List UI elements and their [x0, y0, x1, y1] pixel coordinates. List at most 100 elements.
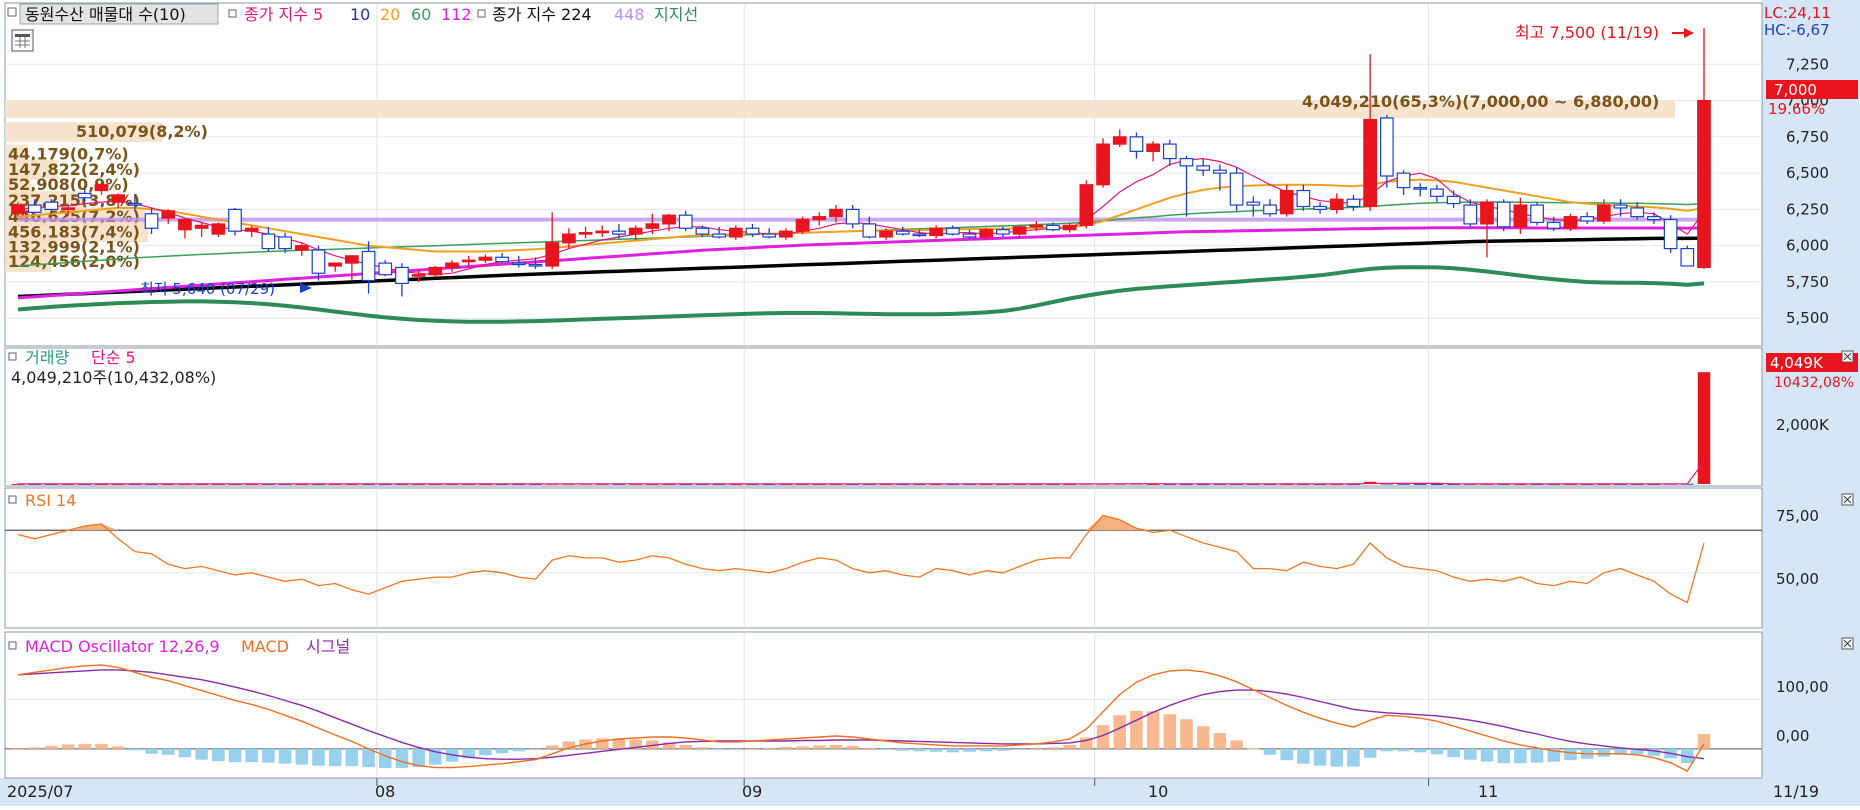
- macd-oscillator-bar: [1447, 748, 1460, 758]
- volume-tick-label: 2,000K: [1776, 416, 1830, 434]
- candle-body: [144, 213, 159, 229]
- candle-body: [728, 227, 743, 238]
- stock-chart-window: 510,079(8,2%) 44,179(0,7%) 147,822(2,4%) 52…: [0, 0, 1860, 806]
- macd-oscillator-bar: [178, 748, 192, 758]
- macd-oscillator-bar: [1430, 748, 1444, 755]
- macd-oscillator-bar: [529, 748, 542, 750]
- legend-ma10-label[interactable]: 10: [350, 5, 370, 24]
- legend-ma224-label[interactable]: 종가 지수 224: [492, 5, 592, 24]
- lc-value: LC:24,11: [1764, 4, 1831, 22]
- macd-oscillator-bar: [929, 748, 943, 752]
- candle-body: [211, 223, 226, 235]
- candle-body: [545, 242, 560, 267]
- macd-oscillator-bar: [161, 748, 175, 755]
- candle-body: [1146, 143, 1160, 152]
- macd-oscillator-bar: [111, 746, 125, 749]
- current-date-label: 11/19: [1773, 782, 1819, 801]
- macd-oscillator-bar: [1130, 710, 1143, 749]
- candle-body: [1647, 216, 1661, 221]
- candle-body: [1162, 143, 1177, 160]
- legend-square-icon: [8, 641, 17, 650]
- candle-body: [261, 233, 276, 250]
- macd-oscillator-bar: [1180, 719, 1193, 749]
- candle-body: [1179, 158, 1194, 167]
- candle-body: [895, 230, 910, 235]
- candle-body: [1480, 201, 1494, 225]
- candle-body: [1680, 247, 1695, 267]
- macd-oscillator-bar: [712, 748, 726, 750]
- candle-body: [1279, 189, 1294, 215]
- x-label-jul: 2025/07: [7, 782, 73, 801]
- legend-ma448-label[interactable]: 448: [614, 5, 645, 24]
- legend-ma5-label[interactable]: 종가 지수 5: [244, 5, 323, 24]
- macd-oscillator-bar: [28, 747, 41, 749]
- candle-body: [1446, 195, 1461, 205]
- macd-osc-legend[interactable]: MACD Oscillator 12,26,9: [25, 637, 220, 656]
- calendar-icon[interactable]: [11, 29, 34, 52]
- legend-square-icon: [8, 352, 17, 361]
- candle-body: [1580, 216, 1595, 222]
- candle-body: [127, 202, 142, 206]
- candle-body: [1296, 189, 1311, 208]
- macd-oscillator-bar: [78, 743, 92, 749]
- macd-oscillator-bar: [1297, 748, 1310, 764]
- candle-body: [1613, 204, 1628, 209]
- candle-body: [1079, 184, 1094, 226]
- macd-tick-100: 100,00: [1776, 678, 1829, 696]
- macd-oscillator-bar: [1247, 748, 1260, 750]
- candle-body: [1363, 118, 1377, 208]
- macd-oscillator-bar: [145, 748, 158, 754]
- macd-legend[interactable]: MACD: [241, 637, 289, 656]
- macd-oscillator-bar: [228, 748, 242, 763]
- legend-ma112-label[interactable]: 112: [441, 5, 472, 24]
- candle-body: [161, 210, 176, 219]
- legend-ma60-label[interactable]: 60: [411, 5, 431, 24]
- close-volume-panel-icon[interactable]: [1841, 350, 1854, 363]
- candle-body: [445, 262, 459, 269]
- candle-body: [395, 266, 409, 285]
- macd-oscillator-bar: [1230, 740, 1243, 749]
- price-tick-label: 6,250: [1786, 200, 1829, 218]
- candle-body: [695, 227, 710, 235]
- candle-body: [27, 204, 42, 213]
- volume-legend-title[interactable]: 거래량: [25, 348, 69, 367]
- macd-oscillator-bar: [545, 745, 559, 749]
- candle-body: [712, 233, 726, 238]
- close-macd-panel-icon[interactable]: [1841, 637, 1854, 650]
- macd-oscillator-bar: [128, 748, 142, 751]
- candle-body: [1029, 224, 1044, 228]
- macd-oscillator-bar: [896, 748, 909, 751]
- chart-canvas: 510,079(8,2%)44,179(0,7%)147,822(2,4%)52…: [0, 0, 1860, 806]
- candle-body: [829, 208, 843, 218]
- x-label-aug: 08: [375, 782, 395, 801]
- last-change-value: 19.66%: [1768, 100, 1825, 118]
- signal-legend[interactable]: 시그널: [306, 637, 350, 656]
- candle-body: [1697, 99, 1711, 269]
- macd-oscillator-bar: [1464, 748, 1477, 760]
- macd-oscillator-bar: [1196, 726, 1210, 749]
- stock-name-label[interactable]: 동원수산 매물대 수(10): [25, 5, 186, 24]
- legend-support-label[interactable]: 지지선: [654, 5, 698, 24]
- candle-body: [1062, 224, 1077, 231]
- macd-oscillator-bar: [863, 747, 876, 749]
- macd-oscillator-bar: [1330, 748, 1344, 767]
- macd-oscillator-bar: [1397, 748, 1410, 752]
- rsi-legend[interactable]: RSI 14: [25, 491, 76, 510]
- volume-legend-ma[interactable]: 단순 5: [91, 348, 136, 367]
- macd-oscillator-bar: [1146, 711, 1160, 749]
- close-rsi-panel-icon[interactable]: [1841, 493, 1854, 506]
- macd-oscillator-bar: [963, 748, 976, 752]
- macd-oscillator-bar: [1013, 748, 1026, 750]
- price-tick-label: 7,250: [1786, 55, 1829, 73]
- x-label-oct: 10: [1148, 782, 1168, 801]
- macd-oscillator-bar: [829, 744, 843, 749]
- macd-oscillator-bar: [1514, 748, 1527, 764]
- candle-body: [1496, 201, 1511, 228]
- macd-oscillator-bar: [1497, 748, 1510, 764]
- price-tick-label: 5,500: [1786, 309, 1829, 327]
- macd-oscillator-bar: [1030, 748, 1043, 750]
- macd-oscillator-bar: [1046, 747, 1060, 749]
- candle-body: [411, 274, 426, 277]
- legend-ma20-label[interactable]: 20: [380, 5, 400, 24]
- candle-body: [628, 227, 643, 235]
